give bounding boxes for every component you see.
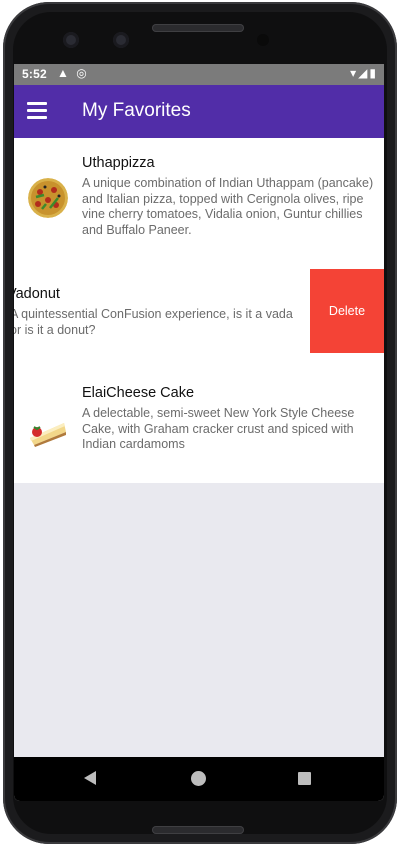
item-title: Vadonut (14, 286, 60, 302)
wifi-icon: ▾ (350, 66, 359, 80)
signal-icon: ◢ (358, 66, 370, 80)
status-bar: 5:52 ▲ ◎ ▾◢▮ (14, 64, 384, 85)
warning-icon: ▲ (57, 66, 69, 80)
list-item[interactable]: Vadonut A quintessential ConFusion exper… (14, 253, 384, 368)
home-circle-icon[interactable] (191, 771, 206, 786)
phone-frame: 5:52 ▲ ◎ ▾◢▮ My Favorites Uthappizza A u… (0, 0, 401, 846)
proximity-sensor (257, 34, 269, 46)
front-camera-icon (113, 32, 129, 48)
app-bar: My Favorites (14, 85, 384, 138)
recent-apps-square-icon[interactable] (298, 772, 311, 785)
delete-button[interactable]: Delete (310, 269, 384, 353)
navigation-bar (14, 757, 384, 801)
status-time: 5:52 (22, 67, 47, 81)
item-description: A delectable, semi-sweet New York Style … (82, 406, 355, 451)
item-title: ElaiCheese Cake (82, 385, 195, 401)
favorites-list: Uthappizza A unique combination of India… (14, 138, 384, 483)
item-description: A quintessential ConFusion experience, i… (14, 307, 293, 337)
hamburger-menu-icon[interactable] (27, 102, 47, 120)
front-camera-icon (63, 32, 79, 48)
list-item[interactable]: Uthappizza A unique combination of India… (14, 138, 384, 253)
bottom-speaker (152, 826, 244, 834)
back-triangle-icon[interactable] (84, 771, 96, 785)
earpiece-speaker (152, 24, 244, 32)
list-item[interactable]: ElaiCheese Cake A delectable, semi-sweet… (14, 368, 384, 483)
screen: 5:52 ▲ ◎ ▾◢▮ My Favorites Uthappizza A u… (14, 64, 384, 801)
item-title: Uthappizza (82, 155, 155, 171)
item-description: A unique combination of Indian Uthappam … (82, 176, 374, 237)
page-title: My Favorites (82, 100, 191, 121)
sync-icon: ◎ (76, 66, 87, 80)
dish-thumbnail (28, 178, 68, 218)
dish-thumbnail (28, 408, 68, 448)
battery-icon: ▮ (369, 66, 378, 80)
